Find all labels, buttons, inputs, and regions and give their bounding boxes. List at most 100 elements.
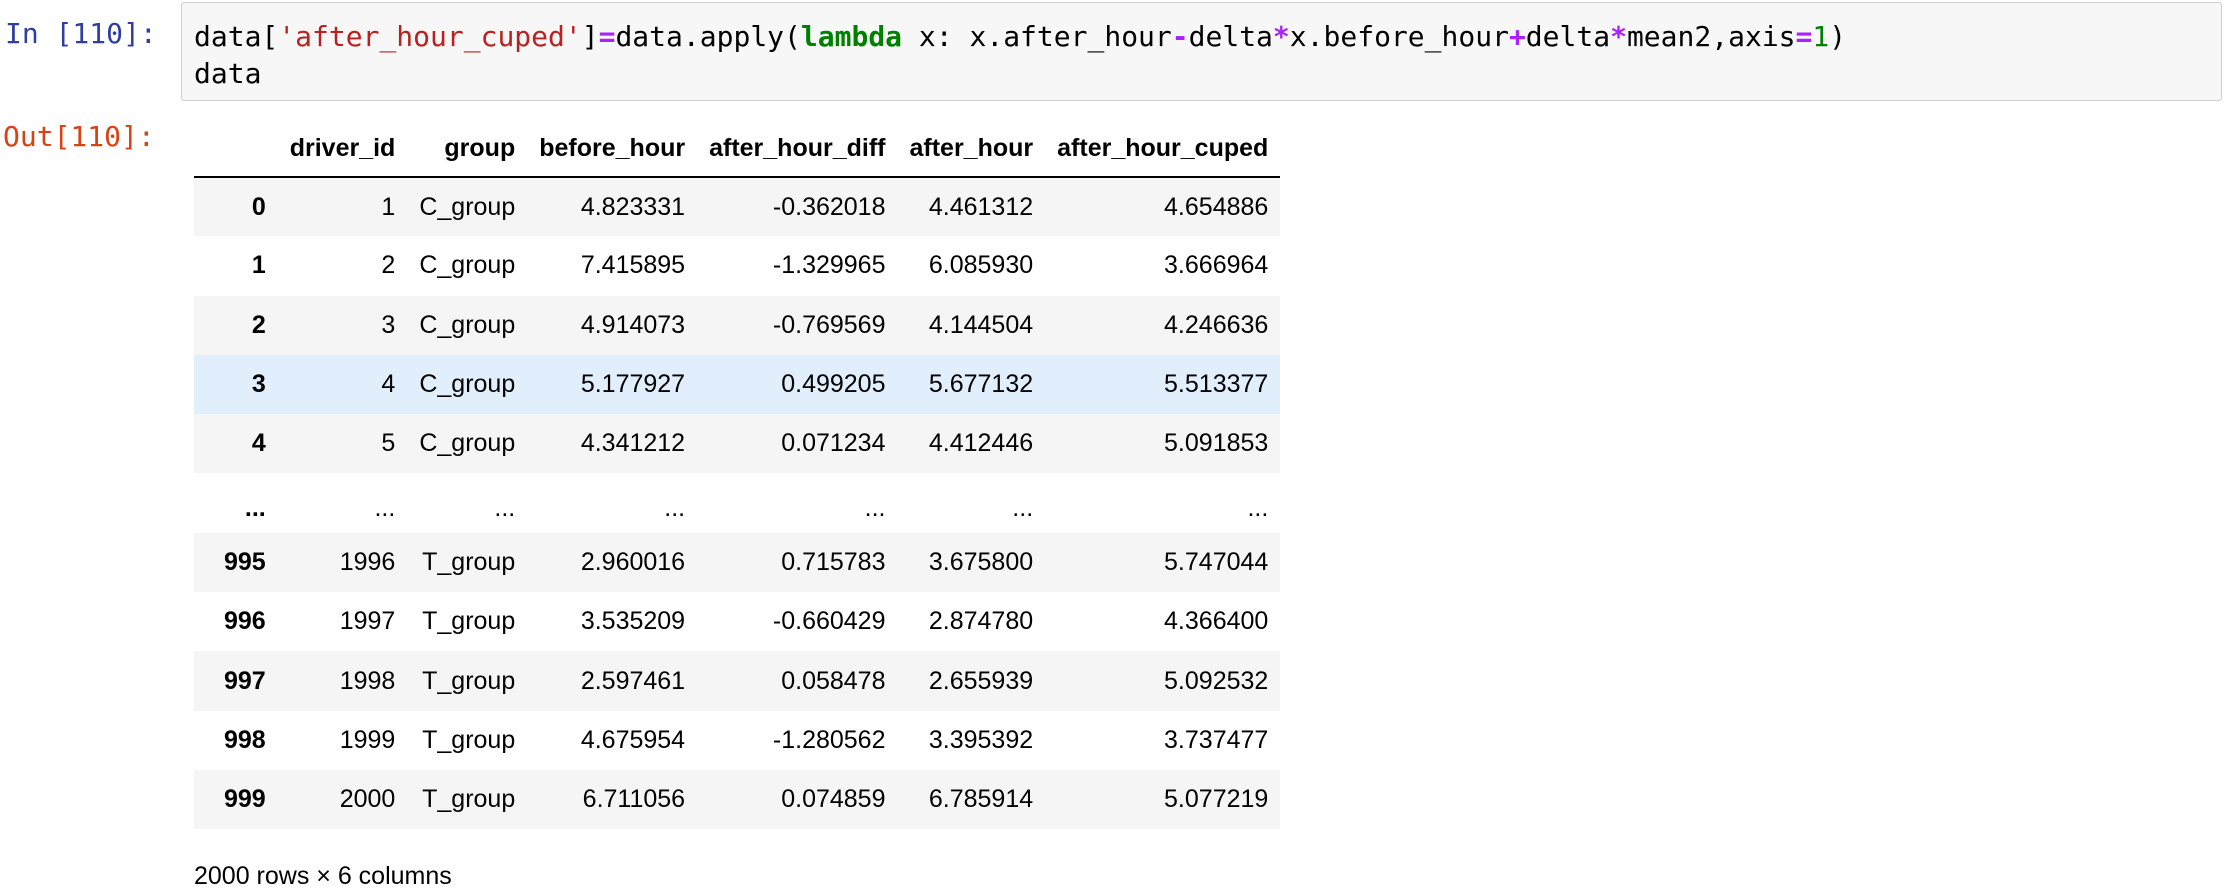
row-index: 0 (251, 192, 266, 221)
cell-driver-id: 2 (381, 251, 396, 280)
cell-after-hour: 5.677132 (928, 370, 1034, 399)
dataframe-table: driver_id group before_hour after_hour_diff… (194, 120, 1281, 830)
cell-after-hour-diff: -0.660429 (772, 607, 886, 636)
cell-group: T_group (422, 607, 516, 636)
code-line-2[interactable]: data (194, 55, 2209, 92)
code-token: = (1795, 20, 1813, 53)
cell-after-hour-cuped: 5.747044 (1164, 547, 1269, 576)
cell-after-hour: 4.461312 (928, 192, 1034, 221)
cell-after-hour-diff: 0.074859 (781, 785, 886, 814)
code-token: data.apply( (615, 20, 801, 53)
cell-driver-id: 1 (381, 192, 396, 221)
cell-group: T_group (422, 547, 516, 576)
cell-before-hour: 5.177927 (580, 370, 686, 399)
cell-after-hour-diff: -1.329965 (772, 251, 886, 280)
cell-after-hour-cuped: 5.092532 (1164, 666, 1269, 695)
row-index: ... (244, 493, 266, 522)
cell-driver-id: 1997 (339, 607, 396, 636)
table-row: 3 4 C_group 5.177927 0.499205 5.677132 5.51337… (194, 354, 1281, 415)
row-index: 997 (224, 666, 266, 695)
cell-after-hour-cuped: 3.666964 (1164, 251, 1269, 280)
cell-after-hour-cuped: 4.246636 (1164, 310, 1269, 339)
cell-driver-id: 1999 (339, 725, 396, 754)
cell-after-hour-cuped: 5.077219 (1164, 785, 1269, 814)
table-row: 997 1998 T_group 2.597461 0.058478 2.655939 5.… (194, 651, 1281, 711)
row-index: 999 (224, 785, 266, 814)
table-row: ..................... (194, 473, 1281, 533)
cell-before-hour: 4.675954 (580, 725, 686, 754)
cell-before-hour: 2.597461 (580, 666, 686, 695)
column-header-after-hour-cuped: after_hour_cuped (1045, 120, 1281, 178)
table-row: 1 2 C_group 7.415895 -1.329965 6.085930 3.6669… (194, 236, 1281, 296)
cell-after-hour-diff: 0.071234 (781, 429, 886, 458)
cell-after-hour-cuped: 5.091853 (1164, 429, 1269, 458)
code-token: lambda (800, 20, 903, 53)
cell-after-hour: 2.655939 (928, 666, 1034, 695)
cell-after-hour-diff: 0.499205 (781, 370, 886, 399)
column-header-after-hour-diff: after_hour_diff (697, 120, 898, 178)
cell-after-hour: ... (1012, 493, 1034, 522)
row-index: 3 (251, 370, 266, 399)
code-token: + (1508, 20, 1526, 53)
table-row: 999 2000 T_group 6.711056 0.074859 6.785914 5.… (194, 769, 1281, 830)
column-header-before-hour: before_hour (527, 120, 698, 178)
cell-driver-id: 1998 (339, 666, 396, 695)
table-row: 4 5 C_group 4.341212 0.071234 4.412446 5.09185… (194, 414, 1281, 474)
index-header (194, 120, 278, 178)
cell-after-hour-diff: -0.769569 (772, 310, 886, 339)
dataframe-shape-caption: 2000 rows × 6 columns (194, 862, 452, 890)
code-token: data[ (194, 20, 279, 53)
output-prompt: Out[110]: (3, 120, 155, 153)
table-body: 0 1 C_group 4.823331 -0.362018 4.461312 4.6548… (194, 177, 1281, 830)
code-token: x.before_hour (1289, 20, 1509, 53)
code-token: ] (581, 20, 599, 53)
cell-after-hour-cuped: 5.513377 (1164, 370, 1269, 399)
cell-group: ... (494, 493, 516, 522)
row-index: 998 (224, 725, 266, 754)
table-row: 995 1996 T_group 2.960016 0.715783 3.675800 5.… (194, 532, 1281, 593)
row-index: 995 (224, 547, 266, 576)
code-token: delta (1525, 20, 1611, 53)
cell-after-hour: 3.395392 (928, 725, 1034, 754)
cell-after-hour-diff: -0.362018 (772, 192, 886, 221)
cell-after-hour-cuped: 3.737477 (1164, 725, 1269, 754)
cell-after-hour-cuped: 4.366400 (1164, 607, 1269, 636)
cell-after-hour: 3.675800 (928, 547, 1034, 576)
cell-before-hour: 7.415895 (580, 251, 686, 280)
cell-driver-id: ... (374, 493, 396, 522)
code-token: delta (1188, 20, 1273, 53)
cell-group: T_group (422, 785, 516, 814)
column-header-after-hour: after_hour (897, 120, 1046, 178)
cell-after-hour: 2.874780 (928, 607, 1034, 636)
code-token: * (1272, 20, 1290, 53)
cell-driver-id: 3 (381, 310, 396, 339)
cell-group: T_group (422, 666, 516, 695)
code-token: = (598, 20, 616, 53)
table-row: 2 3 C_group 4.914073 -0.769569 4.144504 4.2466… (194, 295, 1281, 355)
code-token: ) (1829, 20, 1847, 53)
code-token: 1 (1812, 20, 1830, 53)
code-line-1[interactable]: data['after_hour_cuped']=data.apply(lamb… (194, 18, 2209, 55)
cell-after-hour-cuped: 4.654886 (1164, 192, 1269, 221)
cell-after-hour: 4.144504 (928, 310, 1034, 339)
cell-before-hour: 4.341212 (580, 429, 686, 458)
table-row: 996 1997 T_group 3.535209 -0.660429 2.874780 4… (194, 592, 1281, 652)
column-header-group: group (407, 120, 528, 178)
cell-group: C_group (419, 429, 516, 458)
row-index: 996 (224, 607, 266, 636)
cell-before-hour: ... (664, 493, 686, 522)
row-index: 4 (251, 429, 266, 458)
cell-group: C_group (419, 192, 516, 221)
cell-driver-id: 5 (381, 429, 396, 458)
row-index: 1 (251, 251, 266, 280)
cell-driver-id: 4 (381, 370, 396, 399)
code-editor[interactable]: data['after_hour_cuped']=data.apply(lamb… (181, 2, 2222, 101)
table-header-row: driver_id group before_hour after_hour_diff… (194, 120, 1281, 178)
cell-driver-id: 2000 (339, 785, 396, 814)
cell-group: C_group (419, 310, 516, 339)
code-token: mean2,axis (1626, 20, 1796, 53)
cell-before-hour: 6.711056 (582, 785, 686, 814)
cell-group: C_group (419, 370, 516, 399)
cell-after-hour: 6.785914 (928, 785, 1034, 814)
input-prompt: In [110]: (5, 17, 157, 50)
